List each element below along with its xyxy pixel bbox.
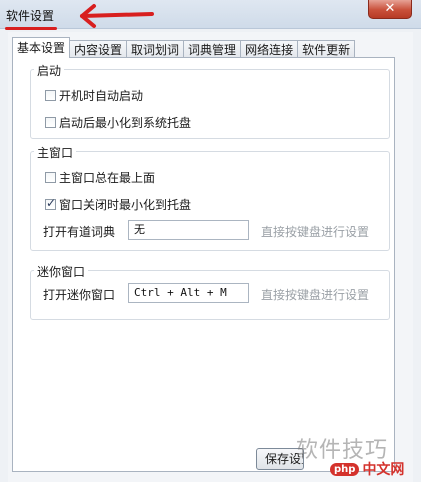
tab-bar: 基本设置 内容设置 取词划词 词典管理 网络连接 软件更新 [12,37,356,58]
autostart-checkbox[interactable] [45,90,56,101]
watermark-logo-badge: php [330,462,360,476]
annotation-arrow-icon [80,4,154,28]
minimize-on-start-label: 启动后最小化到系统托盘 [59,116,192,130]
autostart-label: 开机时自动启动 [59,89,144,103]
tab-content-settings[interactable]: 内容设置 [69,40,128,58]
watermark-logo-site: 中文网 [362,462,405,478]
minimize-on-close-label: 窗口关闭时最小化到托盘 [59,198,192,212]
open-mini-window-hotkey-input[interactable]: Ctrl + Alt + M [128,283,249,303]
tab-basic-settings[interactable]: 基本设置 [12,37,71,58]
tab-panel: 启动 开机时自动启动 启动后最小化到系统托盘 主窗口 主窗口总在最上面 ✓ 窗口… [12,57,395,472]
autostart-option[interactable]: 开机时自动启动 [45,87,143,104]
close-icon: ✕ [384,1,396,16]
tab-dictionary-management[interactable]: 词典管理 [183,40,242,58]
open-dictionary-hotkey-hint: 直接按键盘进行设置 [261,225,370,239]
open-mini-window-hotkey-hint: 直接按键盘进行设置 [261,288,370,302]
minimize-on-close-checkbox[interactable]: ✓ [45,196,57,210]
open-dictionary-hotkey-input[interactable]: 无 [128,220,249,240]
always-on-top-label: 主窗口总在最上面 [59,171,156,185]
close-button[interactable]: ✕ [368,0,412,19]
always-on-top-option[interactable]: 主窗口总在最上面 [45,169,155,186]
mini-window-group-title: 迷你窗口 [34,263,89,280]
always-on-top-checkbox[interactable] [45,172,56,183]
watermark-logo: php 中文网 [330,458,418,480]
window-title: 软件设置 [6,9,55,23]
minimize-on-start-option[interactable]: 启动后最小化到系统托盘 [45,114,191,131]
minimize-on-close-option[interactable]: ✓ 窗口关闭时最小化到托盘 [45,196,191,213]
tab-word-capture[interactable]: 取词划词 [126,40,185,58]
startup-group-title: 启动 [34,62,65,79]
annotation-underline [5,27,57,30]
tab-network[interactable]: 网络连接 [240,40,299,58]
tab-software-update[interactable]: 软件更新 [297,40,356,58]
settings-window: 软件设置 ✕ 基本设置 内容设置 取词划词 词典管理 网络连接 软件更新 启动 … [0,0,421,482]
title-bar[interactable]: 软件设置 ✕ [0,0,421,29]
open-mini-window-hotkey-label: 打开迷你窗口 [43,288,116,302]
minimize-on-start-checkbox[interactable] [45,117,56,128]
checkmark-icon: ✓ [46,196,57,210]
open-dictionary-hotkey-label: 打开有道词典 [43,225,116,239]
main-window-group-title: 主窗口 [34,144,77,161]
